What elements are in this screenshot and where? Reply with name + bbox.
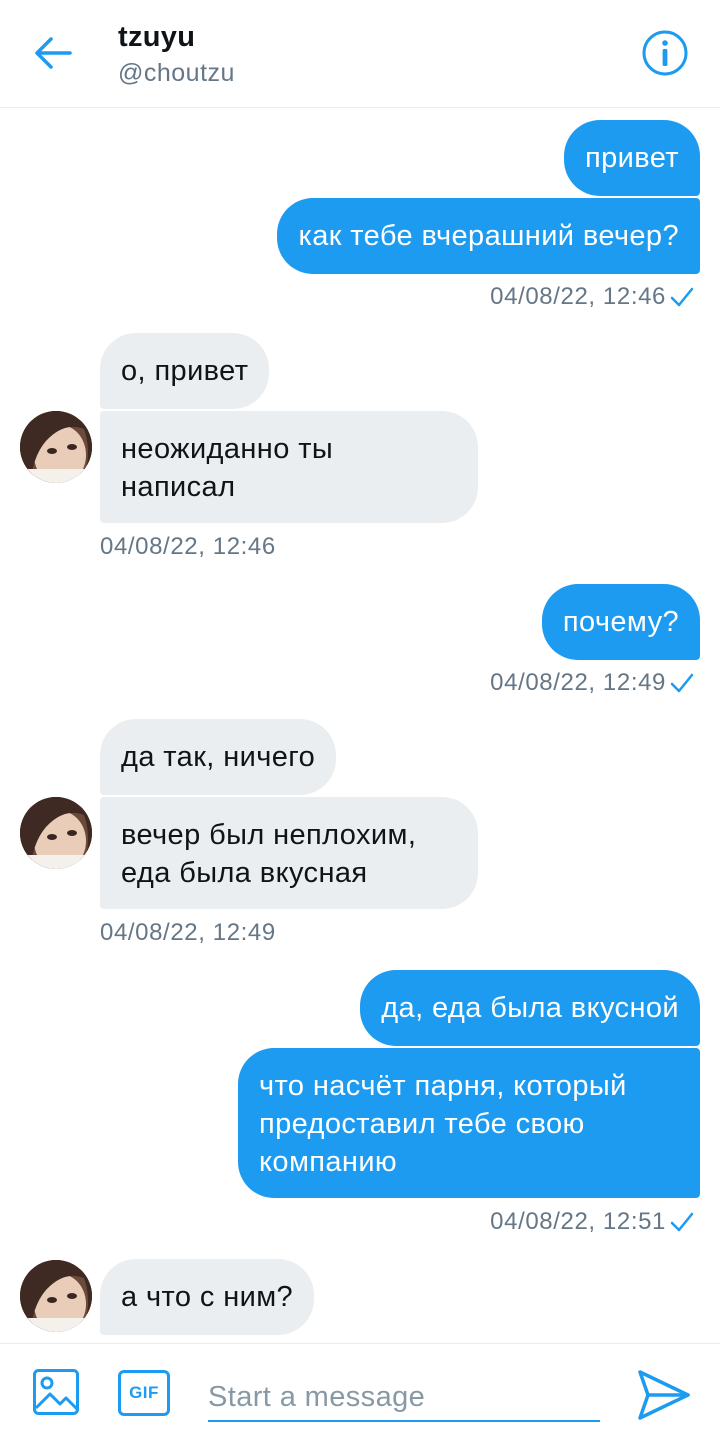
conversation-title-block[interactable]: tzuyu @choutzu — [118, 20, 235, 92]
message-text-line: вечер был неплохим, — [121, 819, 417, 851]
message-bubble-incoming[interactable]: о, привет — [100, 333, 270, 409]
send-button[interactable] — [636, 1368, 692, 1422]
conversation-header: tzuyu @choutzu — [0, 0, 720, 108]
message-text-line: предоставил тебе свою — [259, 1108, 585, 1140]
contact-avatar[interactable] — [20, 797, 92, 869]
message-bubble-outgoing[interactable]: как тебе вчерашний вечер? — [277, 198, 700, 274]
message-text-line: что насчёт парня, который — [259, 1070, 627, 1102]
message-text: о, привет — [121, 355, 249, 387]
message-timestamp: 04/08/22, 12:49 — [100, 919, 276, 946]
message-input[interactable] — [208, 1374, 600, 1422]
message-timestamp: 04/08/22, 12:46 — [490, 282, 694, 312]
message-text: привет — [585, 142, 679, 174]
message-bubble-outgoing[interactable]: привет — [564, 120, 700, 196]
message-text: почему? — [562, 606, 679, 638]
gif-button[interactable]: GIF — [118, 1370, 170, 1416]
contact-avatar[interactable] — [20, 1260, 92, 1332]
message-text-line: написал — [121, 471, 236, 503]
message-text: а что с ним? — [121, 1281, 294, 1313]
info-button[interactable] — [641, 29, 689, 77]
contact-avatar[interactable] — [20, 411, 92, 483]
message-text-line: неожиданно ты — [121, 433, 334, 465]
message-bubble-incoming[interactable]: неожиданно ты написал — [100, 411, 478, 523]
message-timestamp: 04/08/22, 12:46 — [100, 533, 276, 560]
read-check-icon — [670, 673, 694, 693]
contact-name: tzuyu — [118, 21, 196, 53]
image-icon — [33, 1369, 79, 1415]
message-bubble-outgoing[interactable]: да, еда была вкусной — [360, 970, 700, 1046]
add-media-button[interactable] — [32, 1368, 80, 1416]
message-text-line: компанию — [259, 1146, 398, 1178]
back-button[interactable] — [30, 30, 76, 76]
read-check-icon — [670, 1212, 694, 1232]
gif-label: GIF — [129, 1383, 159, 1402]
message-text: как тебе вчерашний вечер? — [298, 220, 679, 252]
message-list[interactable]: привет как тебе вчерашний вечер? 04/08/2… — [0, 108, 720, 1343]
info-icon — [642, 30, 688, 76]
message-bubble-incoming[interactable]: а что с ним? — [100, 1259, 315, 1335]
message-bubble-incoming[interactable]: вечер был неплохим, еда была вкусная — [100, 797, 478, 909]
read-check-icon — [670, 287, 694, 307]
message-bubble-outgoing[interactable]: почему? — [541, 584, 700, 660]
message-timestamp: 04/08/22, 12:51 — [490, 1207, 694, 1237]
contact-handle: @choutzu — [118, 59, 235, 87]
message-timestamp: 04/08/22, 12:49 — [490, 668, 694, 698]
arrow-left-icon — [35, 37, 72, 69]
message-composer: GIF — [0, 1343, 720, 1434]
message-text-line: еда была вкусная — [121, 857, 368, 889]
message-text: да, еда была вкусной — [381, 992, 679, 1024]
message-bubble-incoming[interactable]: да так, ничего — [100, 719, 337, 795]
message-text: да так, ничего — [121, 741, 316, 773]
message-bubble-outgoing[interactable]: что насчёт парня, который предоставил те… — [238, 1048, 700, 1198]
send-icon — [638, 1370, 690, 1420]
